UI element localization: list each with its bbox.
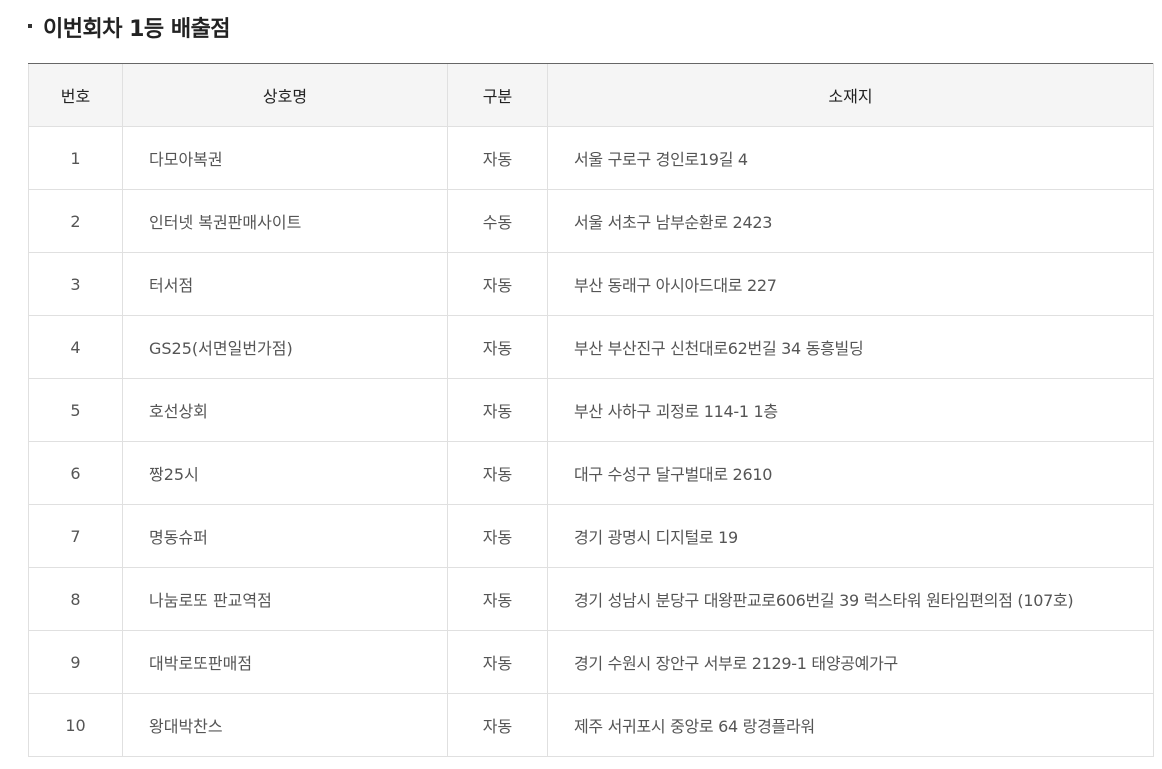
- cell-no: 1: [28, 126, 123, 190]
- winning-stores-table: 번호 상호명 구분 소재지 1 다모아복권 자동 서울 구로구 경인로19길 4…: [28, 63, 1154, 757]
- header-no: 번호: [28, 63, 123, 127]
- cell-address: 서울 구로구 경인로19길 4: [547, 126, 1154, 190]
- cell-name: 짱25시: [122, 441, 448, 505]
- cell-address: 경기 성남시 분당구 대왕판교로606번길 39 럭스타워 원타임편의점 (10…: [547, 567, 1154, 631]
- cell-type: 자동: [447, 378, 548, 442]
- cell-type: 자동: [447, 441, 548, 505]
- cell-name: 호선상회: [122, 378, 448, 442]
- cell-name: 인터넷 복권판매사이트: [122, 189, 448, 253]
- cell-no: 3: [28, 252, 123, 316]
- cell-type: 자동: [447, 252, 548, 316]
- cell-no: 9: [28, 630, 123, 694]
- cell-type: 자동: [447, 315, 548, 379]
- cell-type: 자동: [447, 504, 548, 568]
- cell-no: 7: [28, 504, 123, 568]
- table-row: 1 다모아복권 자동 서울 구로구 경인로19길 4: [28, 126, 1154, 190]
- cell-name: 왕대박찬스: [122, 693, 448, 757]
- cell-address: 경기 광명시 디지털로 19: [547, 504, 1154, 568]
- table-row: 3 터서점 자동 부산 동래구 아시아드대로 227: [28, 252, 1154, 316]
- table-row: 5 호선상회 자동 부산 사하구 괴정로 114-1 1층: [28, 378, 1154, 442]
- table-row: 10 왕대박찬스 자동 제주 서귀포시 중앙로 64 랑경플라워: [28, 693, 1154, 757]
- cell-no: 10: [28, 693, 123, 757]
- table-row: 9 대박로또판매점 자동 경기 수원시 장안구 서부로 2129-1 태양공예가…: [28, 630, 1154, 694]
- cell-no: 5: [28, 378, 123, 442]
- table-row: 2 인터넷 복권판매사이트 수동 서울 서초구 남부순환로 2423: [28, 189, 1154, 253]
- header-type: 구분: [447, 63, 548, 127]
- cell-no: 8: [28, 567, 123, 631]
- cell-name: GS25(서면일번가점): [122, 315, 448, 379]
- cell-name: 대박로또판매점: [122, 630, 448, 694]
- table-row: 8 나눔로또 판교역점 자동 경기 성남시 분당구 대왕판교로606번길 39 …: [28, 567, 1154, 631]
- cell-address: 경기 수원시 장안구 서부로 2129-1 태양공예가구: [547, 630, 1154, 694]
- cell-type: 자동: [447, 126, 548, 190]
- cell-type: 수동: [447, 189, 548, 253]
- cell-address: 서울 서초구 남부순환로 2423: [547, 189, 1154, 253]
- bullet-icon: [28, 23, 32, 28]
- cell-address: 부산 사하구 괴정로 114-1 1층: [547, 378, 1154, 442]
- cell-name: 다모아복권: [122, 126, 448, 190]
- cell-address: 부산 동래구 아시아드대로 227: [547, 252, 1154, 316]
- cell-type: 자동: [447, 630, 548, 694]
- section-title: 이번회차 1등 배출점: [28, 10, 231, 44]
- cell-name: 나눔로또 판교역점: [122, 567, 448, 631]
- cell-type: 자동: [447, 693, 548, 757]
- table-row: 7 명동슈퍼 자동 경기 광명시 디지털로 19: [28, 504, 1154, 568]
- table-row: 6 짱25시 자동 대구 수성구 달구벌대로 2610: [28, 441, 1154, 505]
- table-header-row: 번호 상호명 구분 소재지: [28, 63, 1154, 127]
- table-row: 4 GS25(서면일번가점) 자동 부산 부산진구 신천대로62번길 34 동흥…: [28, 315, 1154, 379]
- cell-no: 2: [28, 189, 123, 253]
- cell-name: 터서점: [122, 252, 448, 316]
- header-address: 소재지: [547, 63, 1154, 127]
- cell-no: 4: [28, 315, 123, 379]
- header-name: 상호명: [122, 63, 448, 127]
- cell-address: 대구 수성구 달구벌대로 2610: [547, 441, 1154, 505]
- cell-no: 6: [28, 441, 123, 505]
- cell-name: 명동슈퍼: [122, 504, 448, 568]
- cell-address: 제주 서귀포시 중앙로 64 랑경플라워: [547, 693, 1154, 757]
- cell-type: 자동: [447, 567, 548, 631]
- section-title-text: 이번회차 1등 배출점: [43, 17, 231, 42]
- cell-address: 부산 부산진구 신천대로62번길 34 동흥빌딩: [547, 315, 1154, 379]
